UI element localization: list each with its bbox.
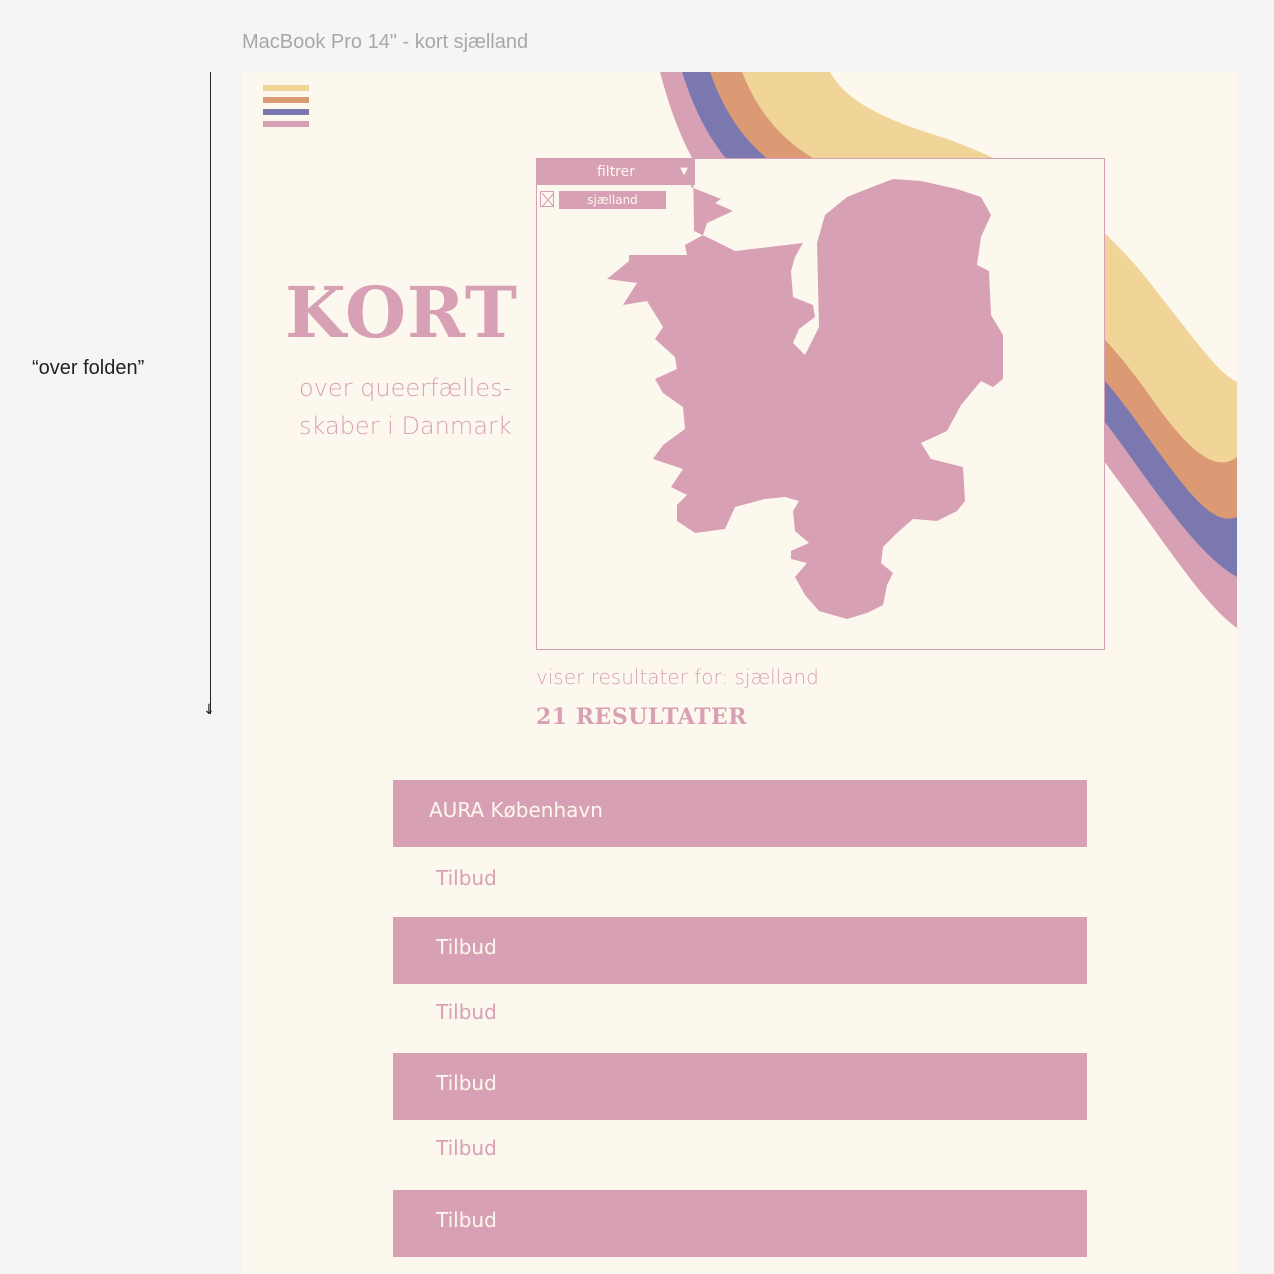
- list-item-label: AURA København: [429, 798, 603, 822]
- chevron-down-icon: ▼: [680, 166, 688, 177]
- list-item[interactable]: Tilbud: [393, 848, 1087, 915]
- list-item[interactable]: Tilbud: [393, 917, 1087, 984]
- filter-label: filtrer: [596, 164, 635, 180]
- list-item[interactable]: Tilbud: [393, 1118, 1087, 1185]
- sjaelland-map[interactable]: [537, 159, 1104, 649]
- subtitle-line-1: over queerfælles-: [299, 374, 512, 402]
- list-item[interactable]: Tilbud: [393, 1190, 1087, 1257]
- fold-arrow-icon: ↓: [203, 702, 215, 718]
- list-item-label: Tilbud: [436, 1000, 497, 1024]
- frame-title: MacBook Pro 14" - kort sjælland: [242, 31, 529, 53]
- page-canvas: KORT over queerfælles- skaber i Danmark …: [242, 72, 1237, 1274]
- list-item-label: Tilbud: [436, 1208, 497, 1232]
- list-item[interactable]: AURA København: [393, 780, 1087, 847]
- list-item-label: Tilbud: [436, 866, 497, 890]
- hamburger-menu-icon[interactable]: [263, 85, 310, 129]
- filter-dropdown[interactable]: filtrer ▼: [537, 159, 695, 185]
- list-item[interactable]: Tilbud: [393, 1053, 1087, 1120]
- region-checkbox-label: sjælland: [559, 191, 666, 209]
- list-item-label: Tilbud: [436, 1071, 497, 1095]
- map-panel[interactable]: filtrer ▼ sjælland: [536, 158, 1105, 650]
- list-item[interactable]: Tilbud: [393, 982, 1087, 1049]
- subtitle-line-2: skaber i Danmark: [299, 412, 512, 440]
- results-caption: viser resultater for: sjælland: [536, 665, 819, 689]
- results-count: 21 RESULTATER: [536, 704, 748, 730]
- list-item-label: Tilbud: [436, 935, 497, 959]
- fold-label: “over folden”: [32, 357, 145, 379]
- page-title: KORT: [285, 271, 518, 354]
- page-subtitle: over queerfælles- skaber i Danmark: [299, 369, 539, 445]
- fold-line: [210, 72, 211, 714]
- list-item-label: Tilbud: [436, 1136, 497, 1160]
- checkbox-cross-icon: [541, 192, 555, 208]
- region-checkbox[interactable]: [540, 191, 555, 208]
